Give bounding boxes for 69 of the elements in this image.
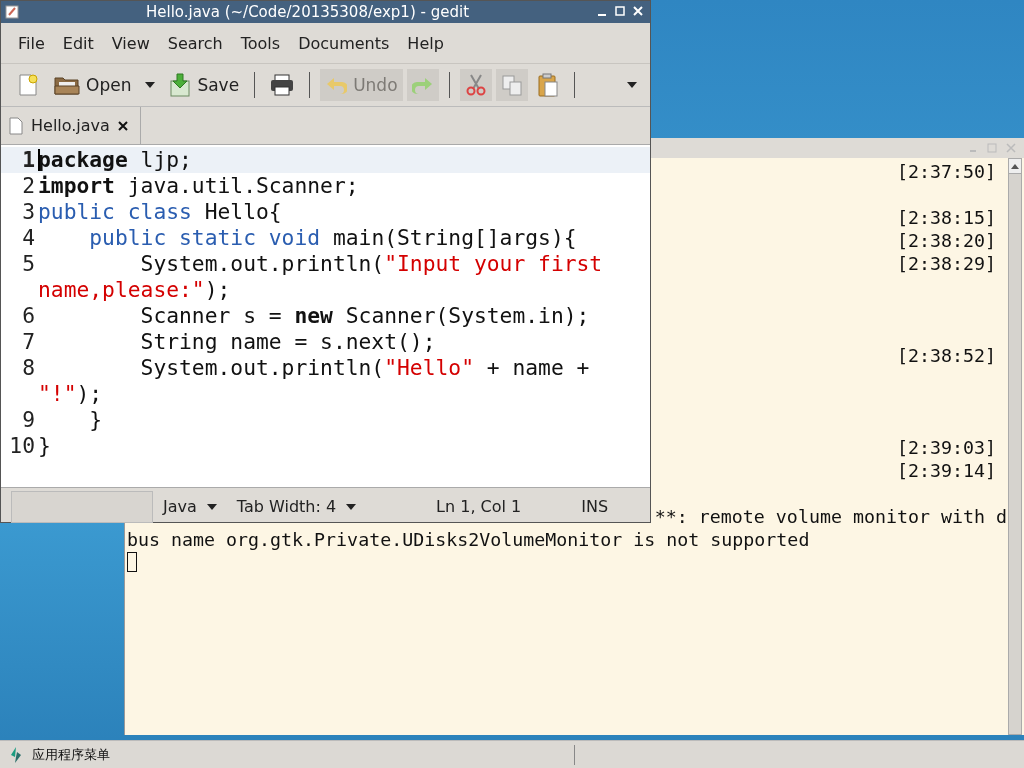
copy-icon (500, 74, 523, 96)
timestamp: [2:39:03] (896, 436, 996, 459)
close-icon (633, 6, 643, 16)
scrollbar[interactable] (1008, 158, 1022, 735)
terminal-output: bus name org.gtk.Private.UDisks2VolumeMonitor is not supported (127, 528, 810, 551)
timestamp: [2:39:14] (896, 459, 996, 482)
code-line: import java.util.Scanner; (38, 173, 360, 199)
dropdown-caret-icon (346, 503, 357, 510)
new-document-icon (16, 73, 40, 97)
text-cursor (38, 149, 40, 171)
redo-arrow-icon (411, 75, 434, 95)
maximize-icon (615, 6, 625, 16)
insert-mode: INS (580, 497, 610, 516)
menu-item[interactable]: View (102, 33, 159, 53)
line-number: 2 (21, 173, 36, 199)
scissors-icon (464, 74, 487, 96)
line-number: 3 (21, 199, 36, 225)
timestamp: [2:38:29] (896, 252, 996, 275)
save-button[interactable]: Save (164, 69, 245, 101)
printer-icon (270, 74, 295, 96)
line-number: 1 (21, 147, 36, 173)
code-line: package ljp; (38, 147, 193, 173)
leaf-logo-icon (10, 746, 22, 763)
terminal-cursor (127, 552, 137, 572)
menu-item[interactable]: File (9, 33, 54, 53)
dropdown-caret-icon (145, 82, 156, 88)
minimize-icon (598, 14, 606, 16)
line-number: 9 (21, 407, 36, 433)
window-controls-icon (970, 143, 1016, 153)
menu-item[interactable]: Search (158, 33, 232, 53)
dropdown-caret-icon (627, 82, 637, 88)
gedit-app-icon (5, 5, 19, 19)
cursor-position: Ln 1, Col 1 (435, 497, 523, 516)
undo-arrow-icon (325, 75, 348, 95)
code-line: public class Hello{ (38, 199, 283, 225)
language-dropdown[interactable]: Java (153, 497, 227, 516)
window-title: Hello.java (~/Code/20135308/exp1) - gedit (144, 3, 471, 21)
clipboard-icon (536, 73, 559, 97)
save-icon (169, 73, 192, 97)
line-number: 6 (21, 303, 36, 329)
code-line: public static void main(String[]args){ (88, 225, 578, 251)
terminal-output: **: remote volume monitor with d (654, 505, 1007, 528)
code-line: String name = s.next(); (139, 329, 437, 355)
line-number: 8 (21, 355, 36, 382)
line-number: 5 (21, 251, 36, 278)
code-line: System.out.println("Hello" + name + "!"); (38, 355, 591, 407)
code-line: } (38, 433, 52, 459)
line-number: 4 (21, 225, 36, 251)
line-number: 10 (8, 433, 36, 459)
timestamp: [2:38:52] (896, 344, 996, 367)
maximize-button[interactable] (614, 5, 626, 19)
menu-item[interactable]: Help (398, 33, 453, 53)
menu-item[interactable]: Tools (231, 33, 290, 53)
close-icon (117, 121, 128, 131)
tab-width-dropdown[interactable]: Tab Width: 4 (226, 497, 367, 516)
dropdown-caret-icon (206, 503, 217, 510)
document-icon (9, 116, 23, 135)
code-line: } (88, 407, 104, 433)
line-number: 7 (21, 329, 36, 355)
folder-icon (54, 74, 80, 96)
menu-item[interactable]: Edit (53, 33, 103, 53)
code-line: System.out.println("Input your first name,please:"); (38, 251, 604, 303)
open-button[interactable]: Open (49, 69, 137, 101)
timestamp: [2:38:15] (896, 206, 996, 229)
scroll-up-arrow-icon[interactable] (1011, 163, 1019, 169)
code-line: Scanner s = new Scanner(System.in); (139, 303, 591, 329)
menu-item[interactable]: Documents (289, 33, 399, 53)
timestamp: [2:38:20] (896, 229, 996, 252)
timestamp: [2:37:50] (896, 160, 996, 183)
